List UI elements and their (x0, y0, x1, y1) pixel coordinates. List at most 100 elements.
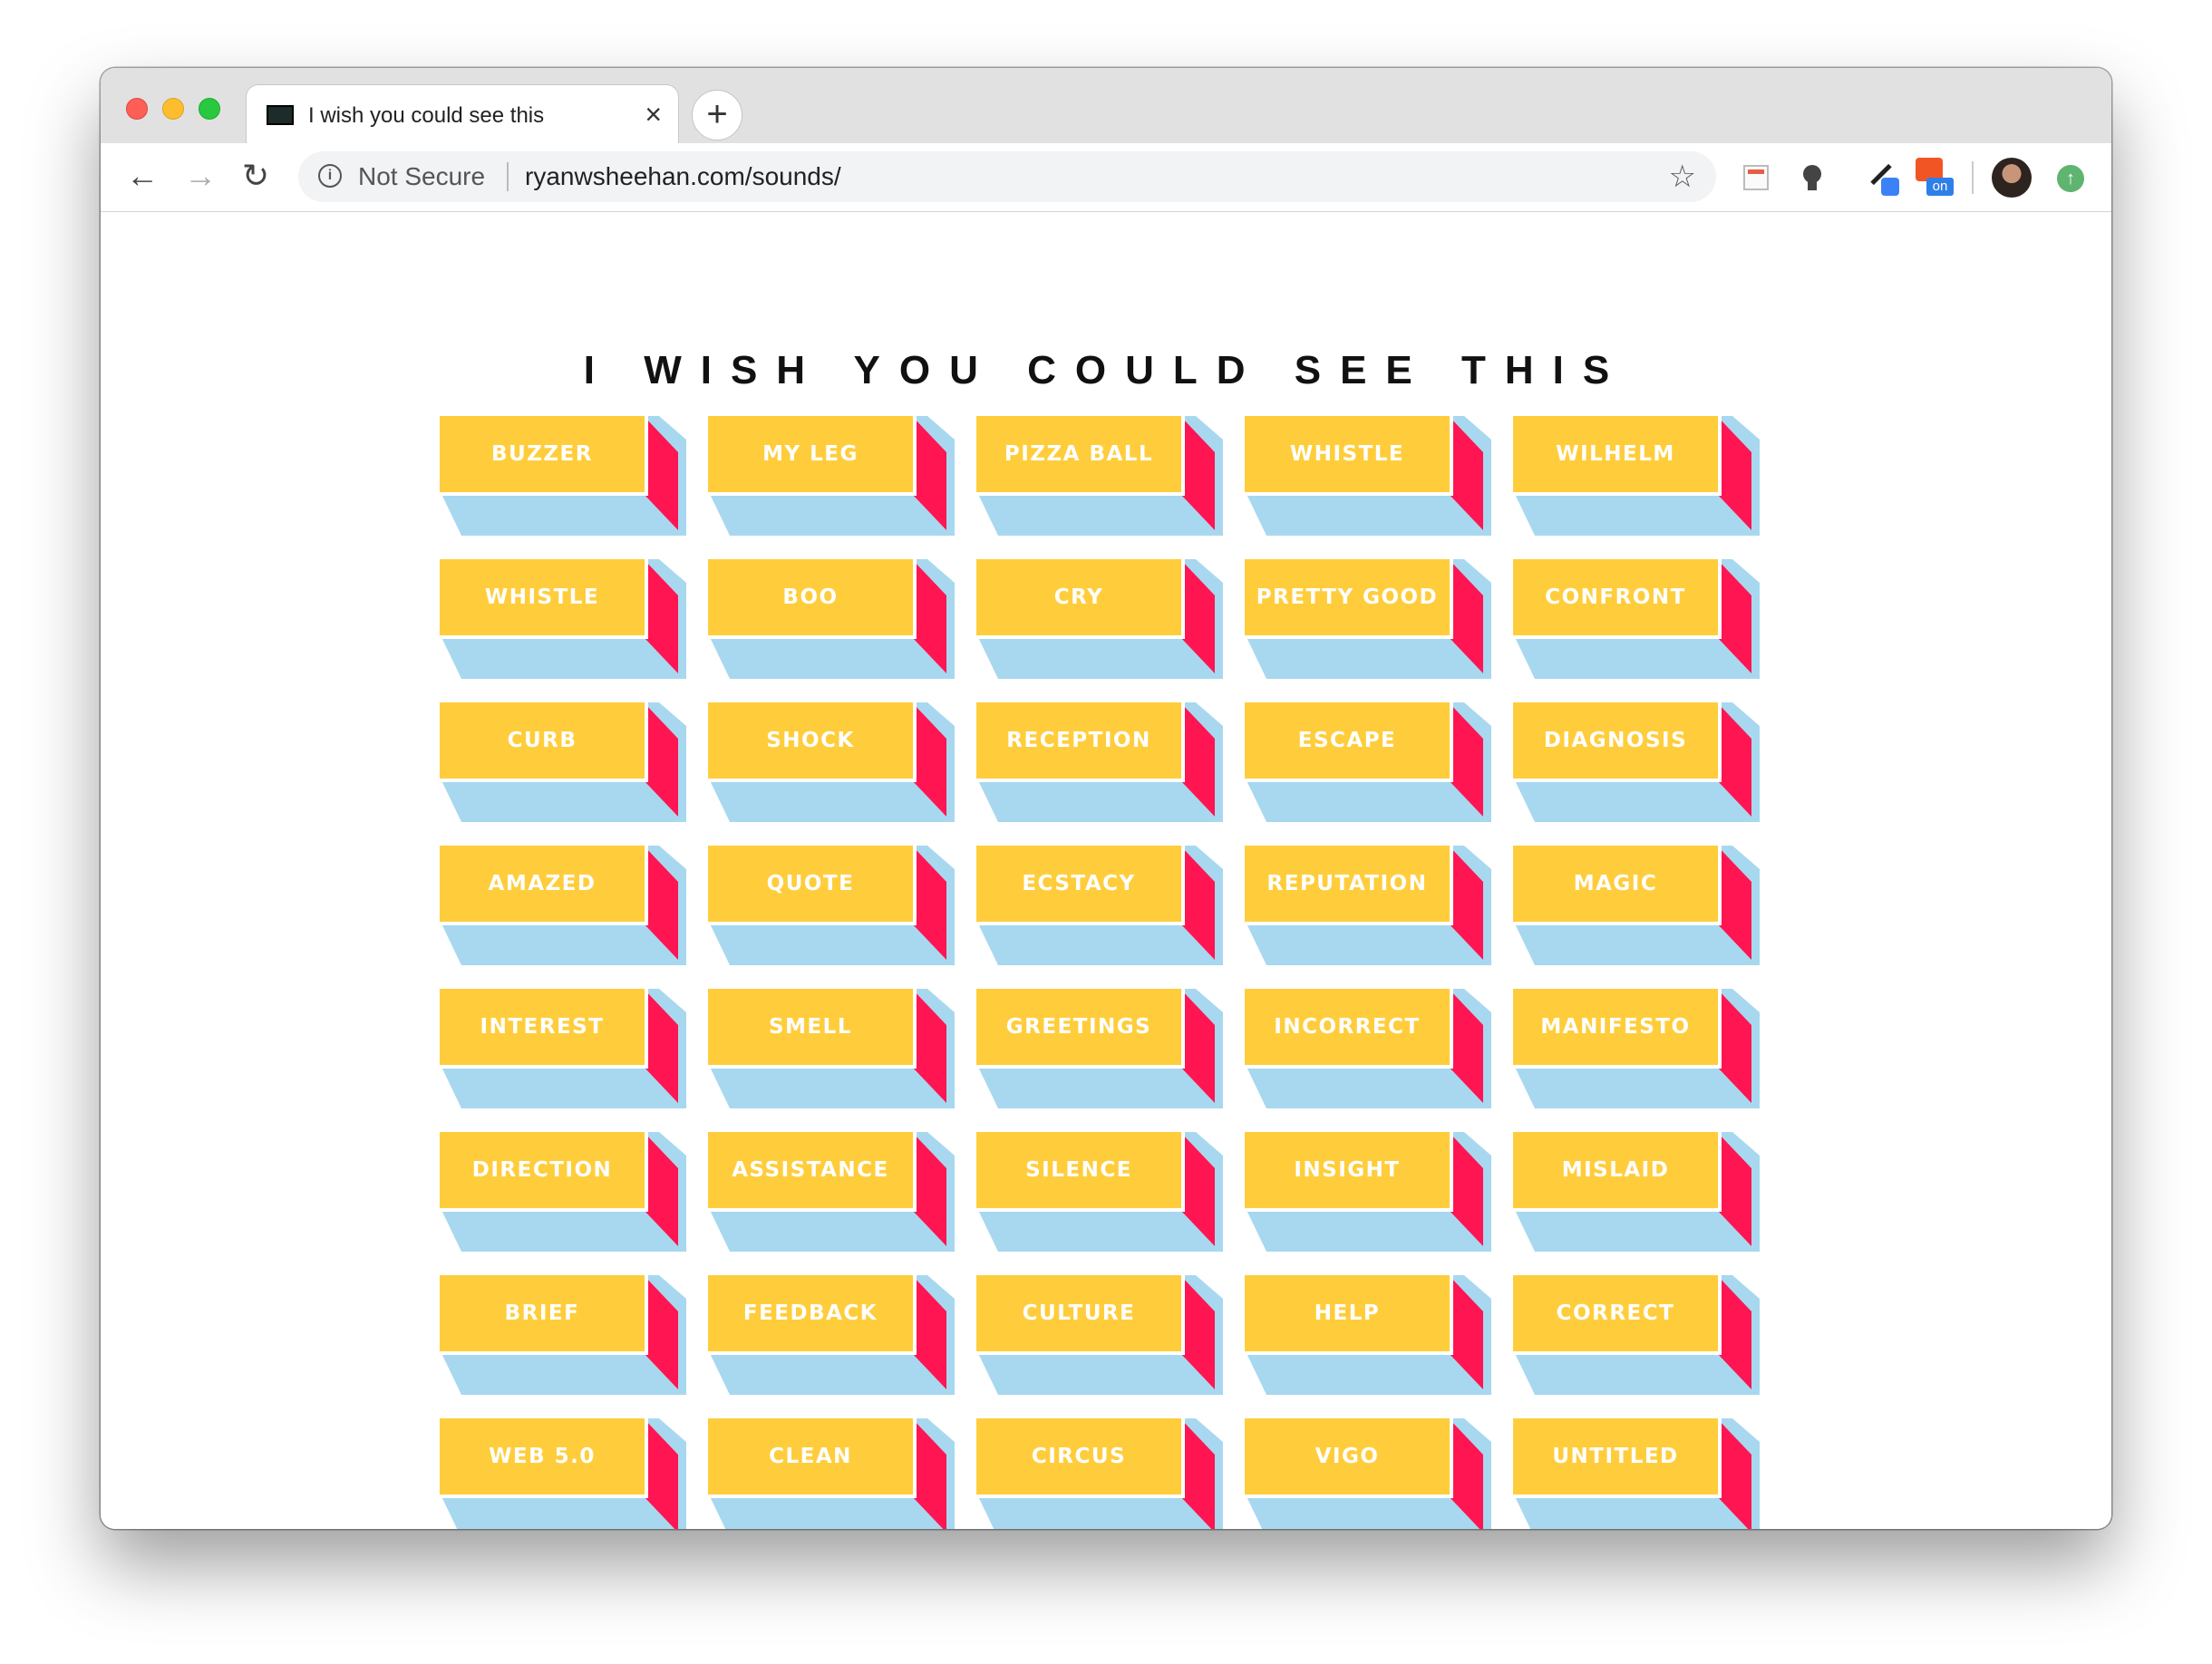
sound-button[interactable]: MISLAID (1513, 1132, 1760, 1252)
sound-button[interactable]: GREETINGS (976, 989, 1223, 1108)
sound-button[interactable]: CURB (440, 702, 686, 822)
sound-button[interactable]: CIRCUS (976, 1418, 1223, 1529)
eyedropper-extension-icon[interactable] (1863, 160, 1899, 196)
sound-button-label: BUZZER (491, 442, 593, 466)
sound-button-label: CONFRONT (1545, 585, 1686, 609)
info-icon[interactable]: i (318, 164, 342, 188)
forward-arrow-icon[interactable]: → (184, 156, 217, 196)
sound-button-label: CRY (1053, 585, 1104, 609)
sound-button-label: MISLAID (1561, 1158, 1670, 1182)
sound-button-label: SMELL (769, 1015, 852, 1039)
sound-button[interactable]: REPUTATION (1245, 846, 1491, 965)
sound-button[interactable]: CONFRONT (1513, 559, 1760, 679)
sound-button[interactable]: DIRECTION (440, 1132, 686, 1252)
sound-button[interactable]: QUOTE (708, 846, 955, 965)
calendar-extension-icon[interactable] (1743, 165, 1769, 190)
sound-button-label: PRETTY GOOD (1256, 585, 1439, 609)
sound-button-label: INTEREST (480, 1015, 605, 1039)
toggle-extension-icon[interactable]: on (1914, 158, 1954, 198)
sound-button[interactable]: INTEREST (440, 989, 686, 1108)
sound-button[interactable]: UNTITLED (1513, 1418, 1760, 1529)
sound-button[interactable]: WHISTLE (440, 559, 686, 679)
sound-button[interactable]: ESCAPE (1245, 702, 1491, 822)
sound-button-label: CULTURE (1022, 1301, 1136, 1325)
maximize-window-button[interactable] (199, 98, 220, 120)
sound-button-label: BOO (782, 585, 839, 609)
star-icon[interactable]: ☆ (1669, 159, 1696, 195)
sound-button[interactable]: WEB 5.0 (440, 1418, 686, 1529)
sound-button-label: QUOTE (766, 872, 855, 895)
sound-button[interactable]: SMELL (708, 989, 955, 1108)
sound-button[interactable]: MAGIC (1513, 846, 1760, 965)
close-window-button[interactable] (126, 98, 148, 120)
sound-button[interactable]: BOO (708, 559, 955, 679)
update-arrow-icon[interactable]: ↑ (2057, 165, 2084, 192)
sound-button[interactable]: SILENCE (976, 1132, 1223, 1252)
sound-button[interactable]: FEEDBACK (708, 1275, 955, 1395)
address-divider (507, 162, 509, 191)
sound-button-label: CORRECT (1556, 1301, 1675, 1325)
sound-button[interactable]: INCORRECT (1245, 989, 1491, 1108)
sound-button[interactable]: CORRECT (1513, 1275, 1760, 1395)
sound-button[interactable]: RECEPTION (976, 702, 1223, 822)
extension-badge: on (1926, 178, 1954, 196)
security-label[interactable]: Not Secure (358, 162, 485, 191)
toolbar-divider (1972, 161, 1974, 194)
page-content: I WISH YOU COULD SEE THIS BUZZER MY LEG PI… (101, 212, 2111, 1529)
sound-button-label: CLEAN (769, 1445, 852, 1468)
tab-active[interactable]: I wish you could see this × (246, 84, 679, 144)
sound-button[interactable]: PRETTY GOOD (1245, 559, 1491, 679)
sound-button-label: WEB 5.0 (489, 1445, 596, 1468)
tab-bar: I wish you could see this × + (101, 68, 2111, 144)
sound-button[interactable]: CLEAN (708, 1418, 955, 1529)
sound-button[interactable]: BRIEF (440, 1275, 686, 1395)
sound-button-label: GREETINGS (1005, 1015, 1152, 1039)
sound-button-label: HELP (1314, 1301, 1381, 1325)
page-title: I WISH YOU COULD SEE THIS (583, 348, 1629, 392)
sound-button-label: DIAGNOSIS (1543, 729, 1688, 752)
sound-button-grid: BUZZER MY LEG PIZZA BALL WHISTLE WILHELM WHIS… (440, 416, 1765, 1529)
back-arrow-icon[interactable]: ← (126, 156, 159, 196)
sound-button-label: WILHELM (1556, 442, 1675, 466)
reload-icon[interactable]: ↻ (242, 156, 269, 196)
tab-close-icon[interactable]: × (645, 98, 662, 131)
sound-button[interactable]: BUZZER (440, 416, 686, 536)
sound-button-label: INSIGHT (1294, 1158, 1401, 1182)
sound-button-label: FEEDBACK (742, 1301, 878, 1325)
sound-button-label: AMAZED (488, 872, 597, 895)
sound-button[interactable]: INSIGHT (1245, 1132, 1491, 1252)
sound-button-label: SHOCK (766, 729, 855, 752)
minimize-window-button[interactable] (162, 98, 184, 120)
sound-button[interactable]: SHOCK (708, 702, 955, 822)
sound-button[interactable]: DIAGNOSIS (1513, 702, 1760, 822)
sound-button[interactable]: VIGO (1245, 1418, 1491, 1529)
sound-button[interactable]: MY LEG (708, 416, 955, 536)
new-tab-button[interactable]: + (692, 90, 742, 140)
profile-avatar[interactable] (1992, 158, 2032, 198)
sound-button[interactable]: CULTURE (976, 1275, 1223, 1395)
sound-button[interactable]: PIZZA BALL (976, 416, 1223, 536)
sound-button-label: REPUTATION (1266, 872, 1428, 895)
lightbulb-extension-icon[interactable] (1801, 165, 1823, 190)
sound-button-label: ECSTACY (1022, 872, 1136, 895)
sound-button[interactable]: ECSTACY (976, 846, 1223, 965)
sound-button[interactable]: ASSISTANCE (708, 1132, 955, 1252)
sound-button[interactable]: WILHELM (1513, 416, 1760, 536)
sound-button-label: MANIFESTO (1540, 1015, 1691, 1039)
sound-button-label: VIGO (1315, 1445, 1380, 1468)
sound-button-label: DIRECTION (471, 1158, 613, 1182)
sound-button[interactable]: AMAZED (440, 846, 686, 965)
sound-button-label: SILENCE (1025, 1158, 1132, 1182)
sound-button[interactable]: MANIFESTO (1513, 989, 1760, 1108)
address-bar[interactable]: i Not Secure ryanwsheehan.com/sounds/ ☆ (298, 151, 1716, 202)
terminal-favicon-icon (267, 105, 294, 125)
sound-button-label: UNTITLED (1552, 1445, 1679, 1468)
url-text[interactable]: ryanwsheehan.com/sounds/ (525, 162, 841, 191)
sound-button[interactable]: WHISTLE (1245, 416, 1491, 536)
sound-button-label: INCORRECT (1274, 1015, 1421, 1039)
sound-button-label: PIZZA BALL (1004, 442, 1154, 466)
sound-button[interactable]: CRY (976, 559, 1223, 679)
sound-button[interactable]: HELP (1245, 1275, 1491, 1395)
sound-button-label: MAGIC (1573, 872, 1658, 895)
browser-window: I wish you could see this × + ← → ↻ i No… (101, 68, 2111, 1529)
